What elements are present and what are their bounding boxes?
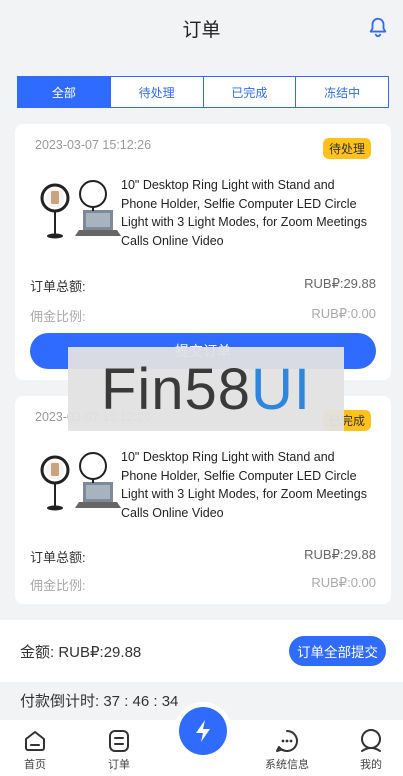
order-total-row: 订单总额: RUB₽:29.88 [30,547,376,566]
commission-value: RUB₽:0.00 [311,306,376,321]
bell-icon[interactable] [367,16,389,38]
order-total-label: 订单总额: [30,550,86,565]
tab-all[interactable]: 全部 [18,77,111,107]
order-card: 2023-03-07 15:12:26 待处理 10" Desktop Ring… [15,124,391,380]
watermark-logo: Fin58 UI [68,347,344,431]
user-icon [361,729,381,752]
order-total-label: 订单总额: [30,279,86,294]
product-name: 10" Desktop Ring Light with Stand and Ph… [121,450,367,520]
tabbar-orders[interactable]: 订单 [89,728,149,772]
order-filter-tabs: 全部 待处理 已完成 冻结中 [17,76,389,108]
order-list-icon [109,730,129,752]
order-total-value: RUB₽:29.88 [304,276,376,291]
product-name: 10" Desktop Ring Light with Stand and Ph… [121,178,367,248]
commission-value: RUB₽:0.00 [311,575,376,590]
tabbar-messages[interactable]: 系统信息 [257,728,317,772]
watermark-text-accent: UI [251,356,312,422]
payment-countdown: 付款倒计时: 37 : 46 : 34 [20,693,179,710]
tabbar-orders-label: 订单 [108,759,130,771]
payment-bar: 金额: RUB₽:29.88 订单全部提交 [0,620,403,682]
product-image [40,180,121,239]
order-date: 2023-03-07 15:12:26 [35,138,152,152]
lightning-icon [196,720,210,742]
commission-label: 佣金比例: [30,309,86,324]
quick-action-inner [179,707,227,755]
chat-icon [276,730,298,752]
tab-completed[interactable]: 已完成 [204,77,297,107]
tabbar-home[interactable]: 首页 [5,728,65,772]
home-icon [25,731,45,751]
tabbar-mine[interactable]: 我的 [341,728,401,772]
tabbar-home-label: 首页 [24,759,46,771]
page-title: 订单 [182,19,221,41]
watermark-text: Fin58 [100,356,252,422]
product-image [40,452,121,511]
tab-pending[interactable]: 待处理 [111,77,204,107]
commission-row: 佣金比例: RUB₽:0.00 [30,575,376,594]
submit-all-orders-button[interactable]: 订单全部提交 [289,636,386,666]
tab-frozen[interactable]: 冻结中 [296,77,388,107]
commission-row: 佣金比例: RUB₽:0.00 [30,306,376,325]
total-amount: 金额: RUB₽:29.88 [20,644,142,661]
tabbar-mine-label: 我的 [360,759,382,771]
tabbar-messages-label: 系统信息 [265,759,309,771]
app-header: 订单 [0,0,403,56]
commission-label: 佣金比例: [30,578,86,593]
quick-action-button[interactable] [174,702,232,760]
order-total-value: RUB₽:29.88 [304,547,376,562]
order-total-row: 订单总额: RUB₽:29.88 [30,276,376,295]
status-badge: 待处理 [322,138,371,159]
